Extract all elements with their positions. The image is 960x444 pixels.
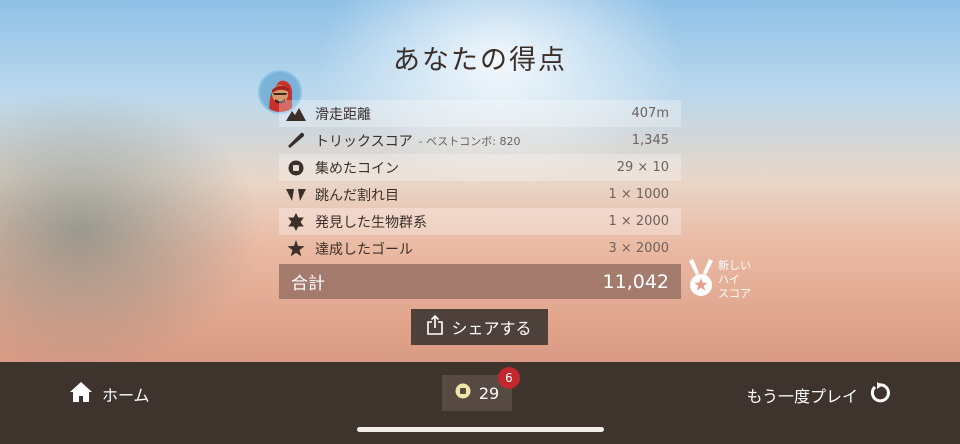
coin-icon xyxy=(286,158,306,178)
score-row-coins: 集めたコイン 29 × 10 xyxy=(279,154,681,181)
play-again-label: もう一度プレイ xyxy=(746,387,858,406)
mountain-icon xyxy=(286,104,306,124)
share-button[interactable]: シェアする xyxy=(411,309,548,345)
home-icon xyxy=(70,382,92,406)
coin-count: 29 xyxy=(478,383,500,403)
score-row-chasms: 跳んだ割れ目 1 × 1000 xyxy=(279,181,681,208)
score-breakdown: 滑走距離 407m トリックスコア - ベストコンボ: 820 1,345 集め… xyxy=(279,100,681,262)
score-row-value: 3 × 2000 xyxy=(608,241,669,256)
high-score-line3: スコア xyxy=(718,287,751,300)
play-again-button[interactable]: もう一度プレイ xyxy=(746,382,890,408)
score-row-value: 1 × 1000 xyxy=(608,187,669,202)
share-icon xyxy=(427,314,444,339)
biome-icon xyxy=(286,212,306,232)
score-row-value: 1,345 xyxy=(631,133,669,148)
score-row-distance: 滑走距離 407m xyxy=(279,100,681,127)
score-row-label: 達成したゴール xyxy=(315,241,413,258)
notification-badge: 6 xyxy=(498,367,520,389)
coin-icon xyxy=(455,383,471,403)
score-row-label: 発見した生物群系 xyxy=(315,214,427,231)
total-label: 合計 xyxy=(291,274,325,294)
high-score-text: 新しい ハイ スコア xyxy=(718,259,768,301)
new-high-score-badge: 新しい ハイ スコア xyxy=(688,259,768,305)
score-row-note: - ベストコンボ: 820 xyxy=(418,134,521,148)
score-screen: あなたの得点 滑走距離 407m トリックスコア - ベストコンボ: 820 1… xyxy=(0,0,960,444)
score-row-biomes: 発見した生物群系 1 × 2000 xyxy=(279,208,681,235)
home-indicator[interactable] xyxy=(357,427,604,432)
high-score-line1: 新しい xyxy=(718,259,751,272)
medal-icon xyxy=(688,259,714,303)
score-row-label: 跳んだ割れ目 xyxy=(315,187,399,204)
score-row-trick: トリックスコア - ベストコンボ: 820 1,345 xyxy=(279,127,681,154)
score-row-label: 滑走距離 xyxy=(315,106,371,123)
bottom-bar: ホーム 29 6 もう一度プレイ xyxy=(0,362,960,444)
trick-icon xyxy=(286,131,306,151)
score-row-goals: 達成したゴール 3 × 2000 xyxy=(279,235,681,262)
total-score-row: 合計 11,042 xyxy=(279,264,681,299)
score-row-value: 1 × 2000 xyxy=(608,214,669,229)
score-row-value: 407m xyxy=(631,106,669,121)
chasm-icon xyxy=(286,185,306,205)
star-icon xyxy=(286,239,306,259)
score-row-label: トリックスコア xyxy=(315,133,413,150)
replay-icon xyxy=(868,382,890,408)
home-button[interactable]: ホーム xyxy=(70,382,150,406)
home-label: ホーム xyxy=(102,386,150,405)
page-title: あなたの得点 xyxy=(393,45,567,76)
share-button-label: シェアする xyxy=(451,319,532,338)
total-value: 11,042 xyxy=(602,270,669,293)
score-row-value: 29 × 10 xyxy=(616,160,669,175)
high-score-line2: ハイ xyxy=(718,273,740,286)
score-row-label: 集めたコイン xyxy=(315,160,399,177)
